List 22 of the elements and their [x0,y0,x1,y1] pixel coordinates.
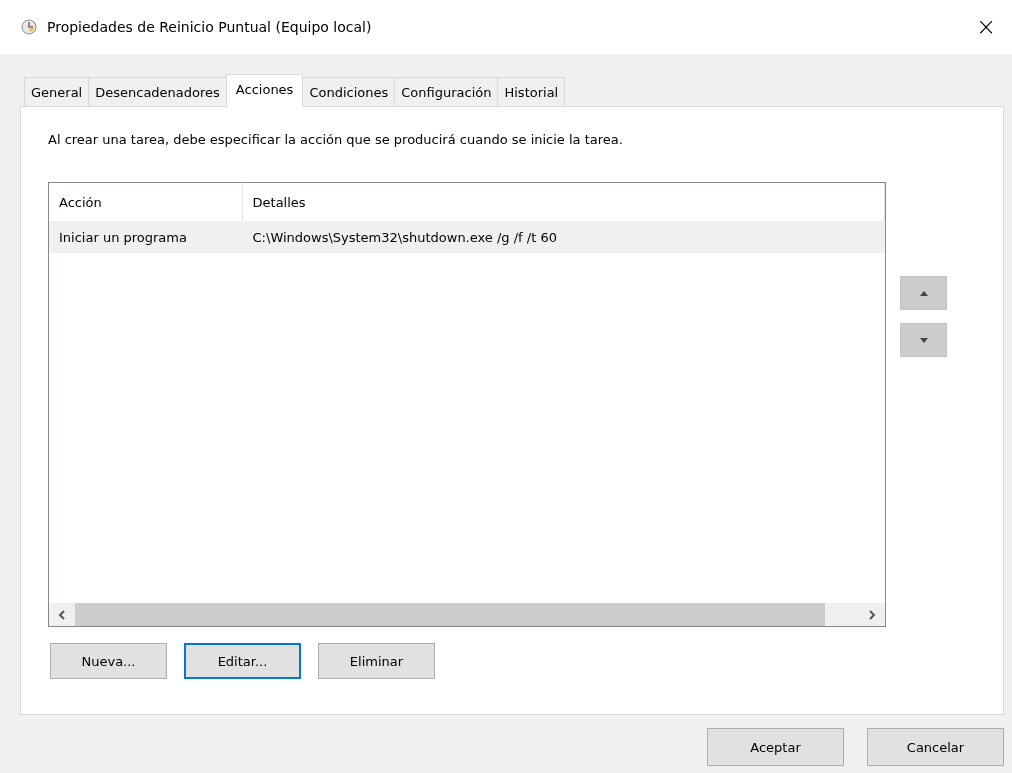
table-row[interactable]: Iniciar un programa C:\Windows\System32\shutdown.exe /g /f /t 60 [49,221,885,253]
chevron-right-icon [868,609,876,620]
move-up-button[interactable] [900,276,947,310]
table-cell-text: C:\Windows\System32\shutdown.exe /g /f /t 60 [251,229,558,245]
dialog-button[interactable]: Cancelar [867,728,1004,766]
action-button[interactable]: Nueva... [50,643,167,679]
triangle-up-icon [919,290,928,296]
dialog-button[interactable]: Aceptar [707,728,844,766]
close-button[interactable]: × [969,13,1002,41]
description-text: Al crear una tarea, debe especificar la acción que se producirá cuando se inicie la tarea. [48,132,624,147]
tab[interactable]: General [24,77,90,106]
triangle-down-icon [919,337,928,343]
chevron-left-icon [58,609,66,620]
move-down-button[interactable] [900,323,947,357]
tab[interactable]: Historial [497,77,566,106]
window-title: Propiedades de Reinicio Puntual (Equipo local) [47,19,373,35]
tab[interactable]: Acciones [225,74,304,107]
clock-icon [21,19,37,35]
table-cell-text: Iniciar un programa [58,229,188,245]
action-button[interactable]: Editar... [184,643,301,679]
scrollbar-thumb[interactable] [75,603,825,626]
action-button[interactable]: Eliminar [318,643,435,679]
